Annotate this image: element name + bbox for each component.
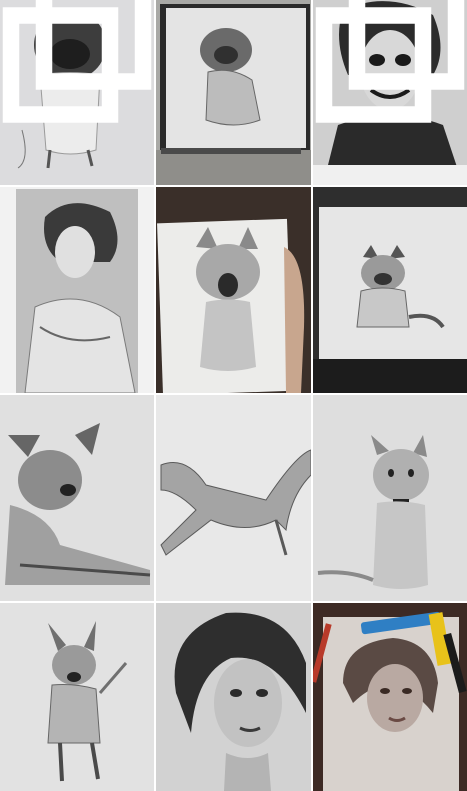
- grid-tile-running-dog-drawing[interactable]: [0, 603, 154, 791]
- grid-tile-kitten-drawing[interactable]: [313, 395, 467, 601]
- multiple-images-icon: [315, 0, 465, 123]
- kitten-drawing-image: [313, 395, 467, 601]
- woman-portrait-with-pencils-image: [313, 603, 467, 791]
- multiple-images-icon: [2, 0, 152, 123]
- woman-face-drawing-image: [156, 603, 311, 791]
- grid-tile-joker-portrait[interactable]: [313, 0, 467, 185]
- yawning-cat-drawing-image: [156, 187, 311, 393]
- grid-tile-woman-face-drawing[interactable]: [156, 603, 311, 791]
- woman-portrait-drawing-image: [0, 187, 154, 393]
- grid-tile-woman-portrait-with-pencils[interactable]: [313, 603, 467, 791]
- grid-tile-pug-sketch[interactable]: [0, 0, 154, 185]
- grid-tile-lying-dog-drawing[interactable]: [0, 395, 154, 601]
- grid-tile-stretching-dog-drawing[interactable]: [156, 395, 311, 601]
- framed-bulldog-drawing-image: [313, 187, 467, 393]
- grid-tile-yawning-cat-drawing[interactable]: [156, 187, 311, 393]
- image-grid: [0, 0, 467, 791]
- grid-tile-framed-bulldog-drawing[interactable]: [313, 187, 467, 393]
- stretching-dog-drawing-image: [156, 395, 311, 601]
- grid-tile-framed-pug-drawing[interactable]: [156, 0, 311, 185]
- grid-tile-woman-portrait-drawing[interactable]: [0, 187, 154, 393]
- framed-pug-drawing-image: [156, 0, 311, 185]
- running-dog-drawing-image: [0, 603, 154, 791]
- lying-dog-drawing-image: [0, 395, 154, 601]
